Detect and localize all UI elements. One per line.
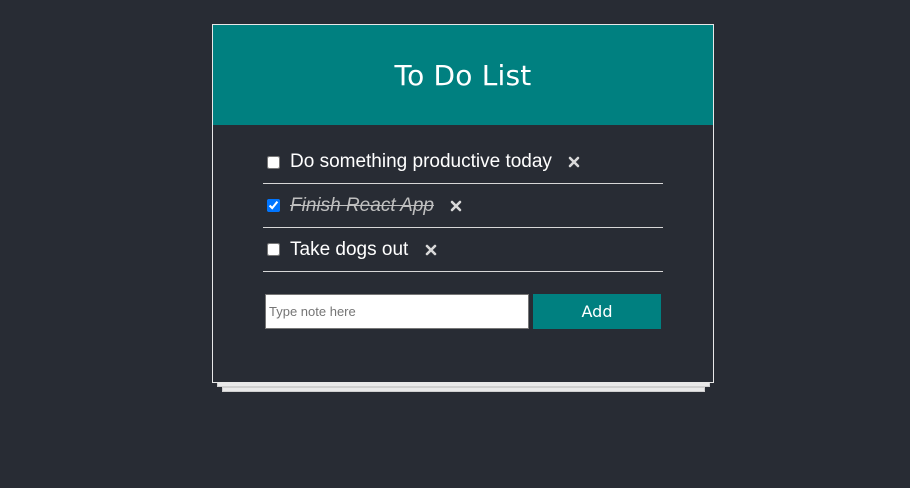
close-icon[interactable] <box>424 243 437 256</box>
todo-checkbox[interactable] <box>267 155 280 169</box>
todo-item: Do something productive today <box>263 141 663 184</box>
add-note-form: Add <box>265 294 662 330</box>
add-button[interactable]: Add <box>533 294 661 329</box>
todo-text: Take dogs out <box>290 238 409 260</box>
todo-text: Finish React App <box>290 194 434 216</box>
card-header: To Do List <box>213 25 713 125</box>
close-icon[interactable] <box>568 156 581 169</box>
note-input[interactable] <box>265 294 529 329</box>
todo-item: Finish React App <box>263 184 663 228</box>
todo-text: Do something productive today <box>290 151 552 172</box>
todo-item: Take dogs out <box>263 228 663 272</box>
page-title: To Do List <box>394 58 532 92</box>
close-icon[interactable] <box>450 199 463 212</box>
todo-checkbox[interactable] <box>267 199 280 212</box>
paper-stack-bottom <box>222 387 705 392</box>
todo-checkbox[interactable] <box>267 243 280 256</box>
todo-list: Do something productive today Finish Rea… <box>263 141 663 272</box>
todo-card: To Do List Do something productive today… <box>212 24 714 383</box>
